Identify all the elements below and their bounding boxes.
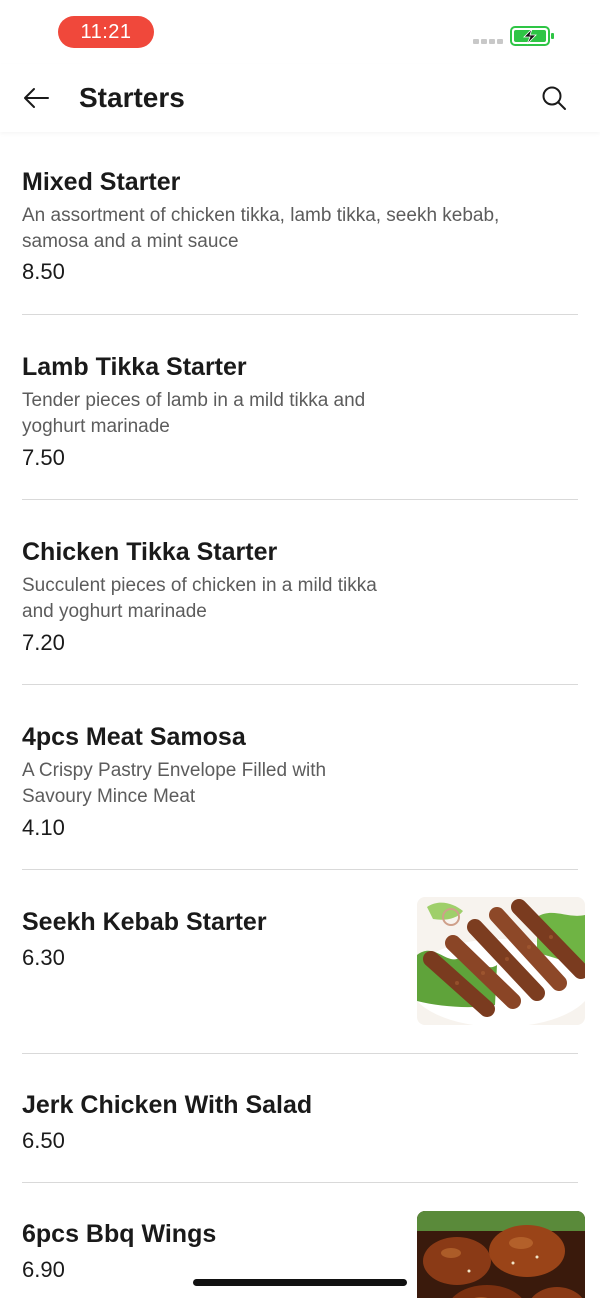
- search-icon: [542, 86, 566, 110]
- item-price: 7.20: [22, 630, 65, 655]
- search-button[interactable]: [532, 78, 576, 118]
- menu-item[interactable]: Chicken Tikka Starter Succulent pieces o…: [22, 500, 578, 685]
- bbq-wings-image: [417, 1211, 585, 1298]
- item-name: 6pcs Bbq Wings: [22, 1220, 217, 1248]
- item-price: 8.50: [22, 259, 65, 284]
- back-button[interactable]: [14, 78, 58, 118]
- menu-item[interactable]: Seekh Kebab Starter 6.30: [22, 870, 585, 1054]
- arrow-left-icon: [24, 88, 49, 108]
- item-price: 7.50: [22, 445, 65, 470]
- item-price: 6.30: [22, 945, 65, 970]
- item-name: Jerk Chicken With Salad: [22, 1091, 313, 1119]
- home-indicator[interactable]: [193, 1279, 407, 1286]
- item-name: Lamb Tikka Starter: [22, 353, 247, 381]
- item-name: Mixed Starter: [22, 168, 181, 196]
- item-price: 4.10: [22, 815, 65, 840]
- status-bar: 11:21: [0, 0, 600, 64]
- item-description: Tender pieces of lamb in a mild tikka an…: [22, 390, 366, 437]
- item-price: 6.90: [22, 1257, 65, 1282]
- seekh-kebab-photo[interactable]: [417, 897, 585, 1025]
- battery-charging-icon: [510, 26, 554, 46]
- menu-item[interactable]: Mixed Starter An assortment of chicken t…: [22, 132, 578, 315]
- item-name: Seekh Kebab Starter: [22, 908, 267, 936]
- item-name: 4pcs Meat Samosa: [22, 723, 246, 751]
- signal-icon: [473, 39, 503, 45]
- top-app-bar: Starters: [0, 64, 600, 132]
- menu-item-list: Mixed Starter An assortment of chicken t…: [0, 132, 600, 1298]
- app-screen: 11:21 Starters Mixed Starter An assortme…: [0, 0, 600, 1298]
- page-title: Starters: [79, 82, 185, 113]
- menu-item[interactable]: Jerk Chicken With Salad 6.50: [22, 1054, 578, 1183]
- bbq-wings-photo[interactable]: [417, 1211, 585, 1298]
- seekh-kebab-image: [417, 897, 585, 1025]
- item-description: Succulent pieces of chicken in a mild ti…: [22, 575, 377, 622]
- menu-item[interactable]: Lamb Tikka Starter Tender pieces of lamb…: [22, 315, 578, 500]
- item-description: A Crispy Pastry Envelope Filled with Sav…: [22, 760, 327, 807]
- item-description: An assortment of chicken tikka, lamb tik…: [22, 205, 500, 252]
- status-time[interactable]: 11:21: [58, 16, 154, 48]
- item-price: 6.50: [22, 1128, 65, 1153]
- menu-item[interactable]: 4pcs Meat Samosa A Crispy Pastry Envelop…: [22, 685, 578, 870]
- item-name: Chicken Tikka Starter: [22, 538, 278, 566]
